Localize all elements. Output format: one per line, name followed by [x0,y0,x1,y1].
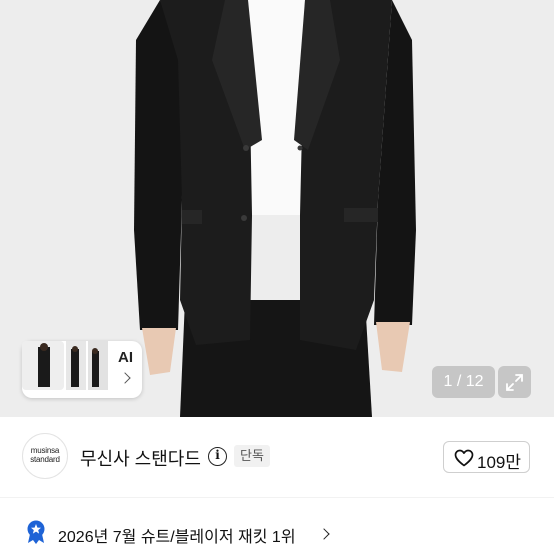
expand-diagonal-icon [506,374,523,391]
expand-button[interactable] [498,366,531,398]
brand-logo-line1: musinsa [30,446,60,455]
chevron-right-icon [318,528,330,540]
heart-outline-icon [454,449,474,467]
brand-logo[interactable]: musinsa standard [22,433,68,479]
product-image[interactable]: AI 1 / 12 [0,0,554,417]
ai-label: AI [118,349,133,366]
ranking-link[interactable]: 2026년 7월 슈트/블레이저 재킷 1위 [0,520,554,550]
brand-row: musinsa standard 무신사 스탠다드 i 단독 109만 [0,433,554,483]
brand-name-link[interactable]: 무신사 스탠다드 [80,445,201,471]
like-count: 109만 [477,453,522,472]
ribbon-star-icon [27,520,45,544]
chevron-right-icon [119,372,131,384]
ai-recommendation-thumbnail[interactable]: AI [22,341,142,398]
exclusive-badge: 단독 [234,445,270,467]
divider [0,497,554,498]
brand-logo-line2: standard [30,455,60,464]
thumbnail-images [22,341,108,390]
info-icon[interactable]: i [208,447,227,466]
like-button[interactable]: 109만 [443,441,530,473]
ranking-text: 2026년 7월 슈트/블레이저 재킷 1위 [58,529,296,546]
image-counter: 1 / 12 [432,366,495,398]
